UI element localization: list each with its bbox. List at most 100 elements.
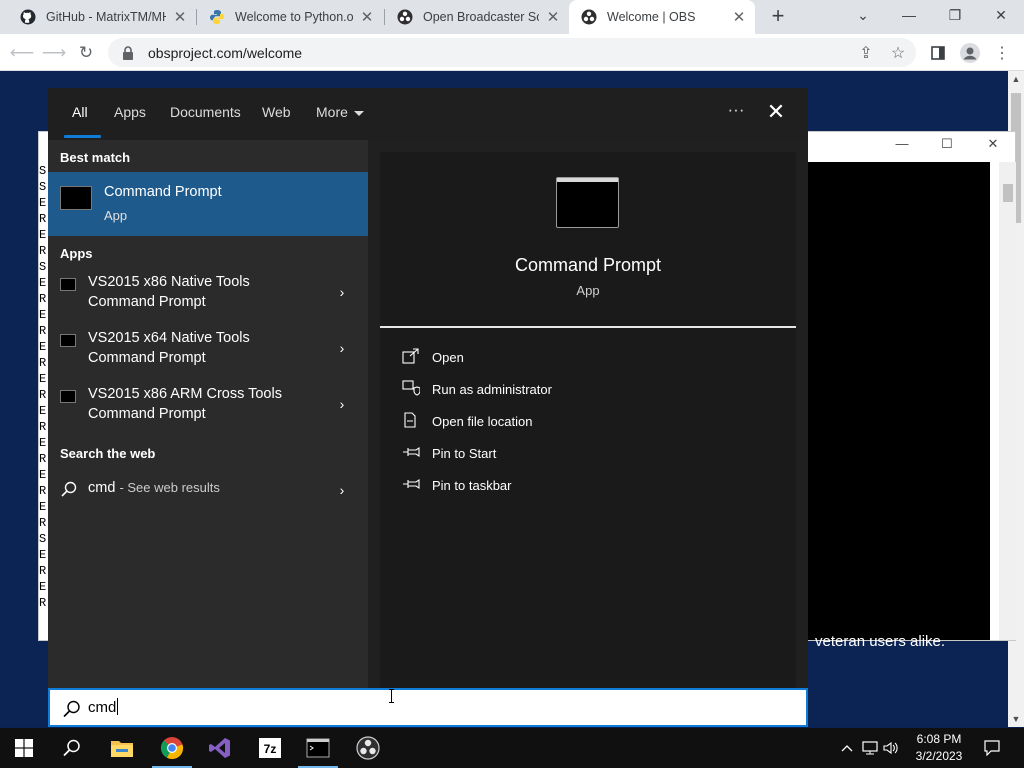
- taskbar-visual-studio[interactable]: [196, 728, 244, 768]
- notifications-icon[interactable]: [982, 728, 1002, 768]
- search-input-value: cmd: [88, 699, 117, 716]
- action-pin-to-start[interactable]: Pin to Start: [402, 442, 782, 466]
- command-prompt-icon: [60, 186, 92, 210]
- clock-date: 3/2/2023: [915, 749, 963, 763]
- tab-close-icon[interactable]: ✕: [545, 8, 561, 26]
- console-scroll-thumb[interactable]: [1003, 184, 1013, 202]
- 7zip-icon: 7z: [259, 738, 281, 758]
- tab-github[interactable]: GitHub - MatrixTM/MH ✕: [8, 0, 196, 34]
- network-icon[interactable]: [860, 728, 880, 768]
- action-open-file-location[interactable]: Open file location: [402, 410, 782, 434]
- pin-icon: [402, 476, 422, 492]
- taskbar-file-explorer[interactable]: [98, 728, 146, 768]
- tab-search-dropdown-icon[interactable]: ⌄: [840, 0, 886, 30]
- search-web-heading: Search the web: [60, 446, 156, 461]
- command-prompt-icon: [60, 390, 76, 403]
- search-tab-all[interactable]: All: [72, 104, 88, 120]
- browser-tab-strip: GitHub - MatrixTM/MH ✕ Welcome to Python…: [0, 0, 1024, 34]
- tab-close-icon[interactable]: ✕: [359, 8, 375, 26]
- forward-arrow-icon[interactable]: ⟶: [40, 39, 68, 67]
- chrome-icon: [160, 737, 184, 760]
- bg-minimize-icon[interactable]: —: [882, 136, 922, 158]
- search-input[interactable]: cmd: [48, 688, 808, 727]
- obs-icon: [397, 9, 413, 25]
- share-icon[interactable]: ⇪: [852, 39, 880, 67]
- new-tab-button[interactable]: +: [767, 5, 789, 29]
- close-window-button[interactable]: ✕: [978, 0, 1024, 30]
- web-result-cmd[interactable]: cmd - See web results ›: [48, 474, 368, 506]
- taskbar-command-prompt[interactable]: [294, 728, 342, 768]
- search-tab-apps[interactable]: Apps: [114, 104, 146, 120]
- console-scrollbar[interactable]: [999, 162, 1016, 640]
- text-caret: [117, 698, 119, 715]
- scroll-down-icon[interactable]: ▼: [1008, 711, 1024, 727]
- more-options-icon[interactable]: ···: [724, 100, 748, 124]
- address-bar[interactable]: obsproject.com/welcome: [108, 38, 916, 67]
- caret-down-icon: [353, 110, 364, 116]
- tab-python[interactable]: Welcome to Python.org ✕: [197, 0, 383, 34]
- side-panel-icon[interactable]: [924, 39, 952, 67]
- taskbar-7zip[interactable]: 7z: [246, 728, 294, 768]
- app-result-vs2015-x64-native[interactable]: VS2015 x64 Native Tools Command Prompt ›: [48, 326, 368, 378]
- search-filter-tabs: All Apps Documents Web More ··· ✕: [48, 88, 808, 140]
- bg-close-icon[interactable]: ✕: [973, 136, 1013, 158]
- open-icon: [402, 348, 422, 364]
- preview-name: Command Prompt: [514, 255, 662, 275]
- action-label: Open file location: [432, 414, 533, 429]
- show-hidden-icons-chevron-icon[interactable]: [838, 728, 856, 768]
- command-prompt-large-icon: [556, 177, 619, 228]
- taskbar-clock[interactable]: 6:08 PM 3/2/2023: [898, 731, 980, 765]
- chevron-right-icon[interactable]: ›: [336, 340, 348, 356]
- bg-maximize-icon[interactable]: ☐: [927, 136, 967, 158]
- minimize-button[interactable]: —: [886, 0, 932, 30]
- tab-obs-software[interactable]: Open Broadcaster Softw ✕: [385, 0, 569, 34]
- app-result-line1: VS2015 x64 Native Tools: [88, 330, 250, 346]
- best-match-kind: App: [104, 208, 128, 223]
- search-icon: [60, 480, 78, 498]
- scroll-up-icon[interactable]: ▲: [1008, 71, 1024, 87]
- windows-search-panel: All Apps Documents Web More ··· ✕ Best m…: [48, 88, 808, 688]
- taskbar-obs[interactable]: [344, 728, 392, 768]
- search-tab-web[interactable]: Web: [262, 104, 291, 120]
- action-pin-to-taskbar[interactable]: Pin to taskbar: [402, 474, 782, 498]
- search-tab-more[interactable]: More: [316, 104, 364, 120]
- tab-close-icon[interactable]: ✕: [731, 8, 747, 26]
- command-prompt-icon: [60, 334, 76, 347]
- start-button[interactable]: [0, 728, 48, 768]
- chevron-right-icon[interactable]: ›: [336, 284, 348, 300]
- web-query: cmd - See web results: [88, 480, 220, 496]
- action-label: Pin to taskbar: [432, 478, 512, 493]
- web-query-text: cmd: [88, 480, 116, 496]
- chevron-right-icon[interactable]: ›: [336, 396, 348, 412]
- taskbar-search-button[interactable]: [48, 728, 96, 768]
- app-result-vs2015-x86-arm-cross[interactable]: VS2015 x86 ARM Cross Tools Command Promp…: [48, 382, 368, 434]
- chevron-right-icon[interactable]: ›: [336, 482, 348, 498]
- action-label: Pin to Start: [432, 446, 497, 461]
- cmd-icon: [306, 738, 330, 758]
- profile-avatar-icon[interactable]: [956, 39, 984, 67]
- bookmark-star-icon[interactable]: ☆: [884, 39, 912, 67]
- best-match-heading: Best match: [60, 150, 131, 165]
- search-tab-more-label: More: [316, 104, 348, 120]
- close-search-icon[interactable]: ✕: [764, 100, 788, 124]
- obs-icon: [581, 9, 597, 25]
- tab-welcome-obs[interactable]: Welcome | OBS ✕: [569, 0, 755, 34]
- tab-title: Welcome to Python.org: [235, 10, 353, 24]
- start-icon: [15, 739, 33, 757]
- app-result-line1: VS2015 x86 ARM Cross Tools: [88, 386, 282, 402]
- action-open[interactable]: Open: [402, 346, 782, 370]
- back-arrow-icon[interactable]: ⟵: [8, 39, 36, 67]
- app-result-vs2015-x86-native[interactable]: VS2015 x86 Native Tools Command Prompt ›: [48, 270, 368, 322]
- taskbar-chrome[interactable]: [148, 728, 196, 768]
- search-input-text: cmd: [88, 698, 119, 716]
- reload-icon[interactable]: ↻: [72, 39, 100, 67]
- tab-close-icon[interactable]: ✕: [172, 8, 188, 26]
- preview-kind: App: [576, 283, 600, 298]
- restore-button[interactable]: ❐: [932, 0, 978, 30]
- i-beam-cursor-icon: [389, 689, 394, 703]
- action-run-as-administrator[interactable]: Run as administrator: [402, 378, 782, 402]
- app-result-line1: VS2015 x86 Native Tools: [88, 274, 250, 290]
- best-match-command-prompt[interactable]: Command Prompt App: [48, 172, 368, 236]
- menu-kebab-icon[interactable]: ⋮: [988, 39, 1016, 67]
- search-tab-documents[interactable]: Documents: [170, 104, 241, 120]
